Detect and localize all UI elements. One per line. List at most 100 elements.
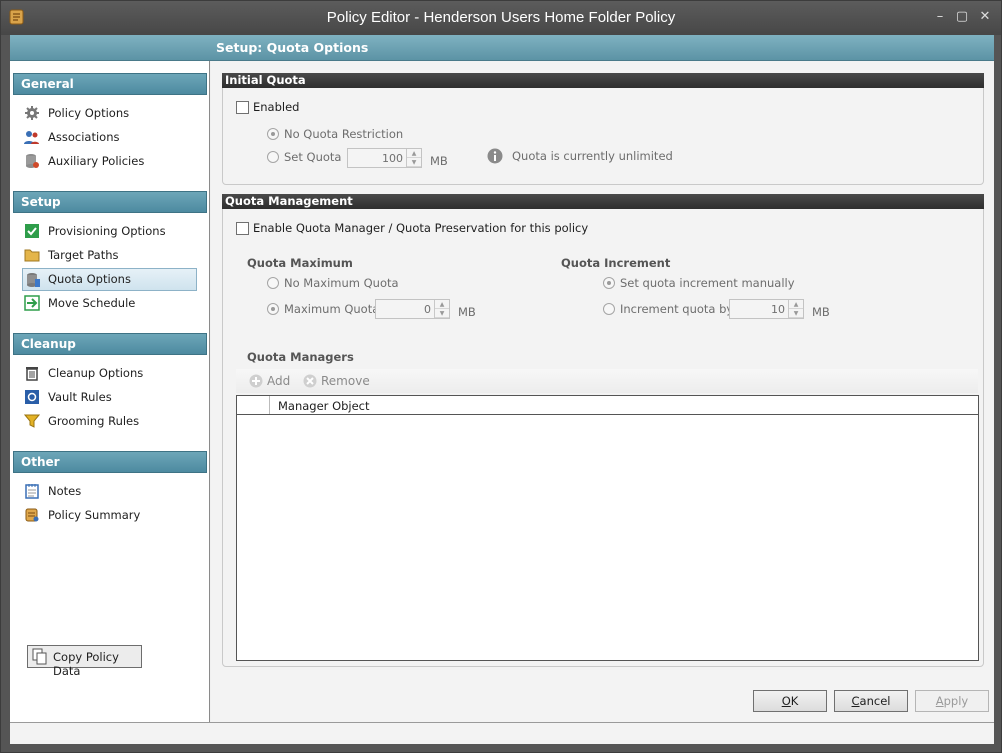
copy-policy-data-button[interactable]: Copy Policy Data (27, 645, 142, 678)
managers-toolbar: Add Remove (236, 369, 978, 393)
sidebar-item-quota-options[interactable]: Quota Options (22, 268, 197, 291)
enabled-label: Enabled (253, 100, 300, 114)
trash-icon (26, 367, 38, 381)
database-icon (26, 154, 39, 168)
no-quota-radio[interactable] (267, 128, 279, 140)
sidebar-item-target-paths[interactable]: Target Paths (22, 244, 197, 267)
spin-down-icon[interactable]: ▼ (435, 309, 449, 318)
manual-increment-label: Set quota increment manually (620, 276, 795, 290)
increment-quota-radio[interactable] (603, 303, 615, 315)
sidebar-item-notes[interactable]: Notes (22, 480, 197, 503)
manager-object-column-header[interactable]: Manager Object (278, 399, 370, 413)
sidebar-item-policy-options[interactable]: Policy Options (22, 102, 197, 125)
spinner-arrows[interactable]: ▲ ▼ (788, 300, 803, 318)
notepad-icon (25, 484, 39, 499)
checkmark-icon (25, 224, 39, 238)
maximum-quota-unit: MB (458, 305, 476, 319)
sidebar-item-label: Quota Options (48, 272, 131, 286)
grid-header-row: Manager Object (237, 396, 978, 415)
cancel-label: Cancel (851, 694, 891, 708)
increment-quota-unit: MB (812, 305, 830, 319)
sidebar-item-cleanup-options[interactable]: Cleanup Options (22, 362, 197, 385)
set-quota-radio[interactable] (267, 151, 279, 163)
funnel-icon (24, 414, 40, 428)
folder-icon (24, 249, 40, 262)
increment-quota-value: 10 (771, 303, 785, 316)
ok-button[interactable]: OK (753, 690, 827, 712)
spin-up-icon[interactable]: ▲ (407, 149, 421, 158)
window-title: Policy Editor - Henderson Users Home Fol… (326, 9, 676, 26)
sidebar-item-vault-rules[interactable]: Vault Rules (22, 386, 197, 409)
row-header-cell (237, 396, 270, 414)
maximum-quota-spinner[interactable]: 0 ▲ ▼ (375, 299, 450, 319)
client-area: General Policy Options Associations Auxi… (10, 61, 994, 722)
copy-icon (32, 648, 47, 665)
sidebar-item-label: Auxiliary Policies (48, 154, 145, 168)
maximum-quota-value: 0 (424, 303, 431, 316)
increment-quota-spinner[interactable]: 10 ▲ ▼ (729, 299, 804, 319)
sidebar-item-label: Associations (48, 130, 120, 144)
nav-section-general: General (13, 73, 207, 95)
policy-editor-window: Policy Editor - Henderson Users Home Fol… (0, 0, 1002, 753)
spin-down-icon[interactable]: ▼ (789, 309, 803, 318)
remove-icon (303, 374, 317, 388)
add-manager-button[interactable]: Add (249, 374, 290, 388)
sidebar-item-auxiliary-policies[interactable]: Auxiliary Policies (22, 150, 197, 173)
spinner-arrows[interactable]: ▲ ▼ (434, 300, 449, 318)
gear-icon (25, 106, 39, 120)
ok-label: OK (781, 694, 799, 708)
nav-section-setup: Setup (13, 191, 207, 213)
initial-quota-group: Initial Quota Enabled No Quota Restricti… (222, 73, 984, 185)
title-bar: Policy Editor - Henderson Users Home Fol… (1, 1, 1001, 35)
vault-icon (25, 390, 39, 404)
maximize-button[interactable]: ▢ (954, 9, 970, 25)
scroll-icon (25, 508, 39, 522)
set-quota-unit: MB (430, 154, 448, 168)
manual-increment-radio[interactable] (603, 277, 615, 289)
set-quota-spinner[interactable]: 100 ▲ ▼ (347, 148, 422, 168)
no-maximum-quota-label: No Maximum Quota (284, 276, 399, 290)
quota-management-group: Quota Management Enable Quota Manager / … (222, 194, 984, 667)
spin-down-icon[interactable]: ▼ (407, 158, 421, 167)
no-maximum-quota-radio[interactable] (267, 277, 279, 289)
sidebar-item-associations[interactable]: Associations (22, 126, 197, 149)
sidebar-item-label: Move Schedule (48, 296, 136, 310)
spinner-arrows[interactable]: ▲ ▼ (406, 149, 421, 167)
sidebar: General Policy Options Associations Auxi… (10, 61, 210, 722)
copy-policy-data-label: Copy Policy Data (53, 650, 119, 678)
minimize-button[interactable]: – (932, 9, 948, 25)
sidebar-item-move-schedule[interactable]: Move Schedule (22, 292, 197, 315)
enable-quota-manager-checkbox[interactable] (236, 222, 249, 235)
page-title: Setup: Quota Options (216, 40, 369, 55)
status-bar (10, 722, 994, 744)
spin-up-icon[interactable]: ▲ (435, 300, 449, 309)
users-icon (24, 131, 39, 144)
maximum-quota-label: Maximum Quota (284, 302, 380, 316)
sidebar-item-grooming-rules[interactable]: Grooming Rules (22, 410, 197, 433)
enabled-checkbox[interactable] (236, 101, 249, 114)
nav-section-cleanup: Cleanup (13, 333, 207, 355)
quota-info-text: Quota is currently unlimited (512, 149, 673, 163)
sidebar-item-label: Policy Summary (48, 508, 141, 522)
initial-quota-header: Initial Quota (222, 73, 984, 88)
spin-up-icon[interactable]: ▲ (789, 300, 803, 309)
quota-managers-heading: Quota Managers (247, 350, 354, 364)
plus-icon (249, 374, 263, 388)
no-quota-label: No Quota Restriction (284, 127, 404, 141)
set-quota-label: Set Quota (284, 150, 342, 164)
remove-manager-button[interactable]: Remove (303, 374, 370, 388)
main-panel: Initial Quota Enabled No Quota Restricti… (211, 61, 994, 722)
sidebar-item-provisioning-options[interactable]: Provisioning Options (22, 220, 197, 243)
quota-managers-grid[interactable]: Manager Object (236, 395, 979, 661)
cancel-button[interactable]: Cancel (834, 690, 908, 712)
close-button[interactable]: ✕ (977, 9, 993, 25)
apply-label: Apply (935, 694, 969, 708)
maximum-quota-radio[interactable] (267, 303, 279, 315)
page-header: Setup: Quota Options (10, 35, 994, 61)
arrow-right-icon (24, 295, 40, 311)
apply-button[interactable]: Apply (915, 690, 989, 712)
enable-quota-manager-label: Enable Quota Manager / Quota Preservatio… (253, 221, 589, 235)
sidebar-item-policy-summary[interactable]: Policy Summary (22, 504, 197, 527)
sidebar-item-label: Vault Rules (48, 390, 112, 404)
remove-label: Remove (321, 374, 370, 388)
